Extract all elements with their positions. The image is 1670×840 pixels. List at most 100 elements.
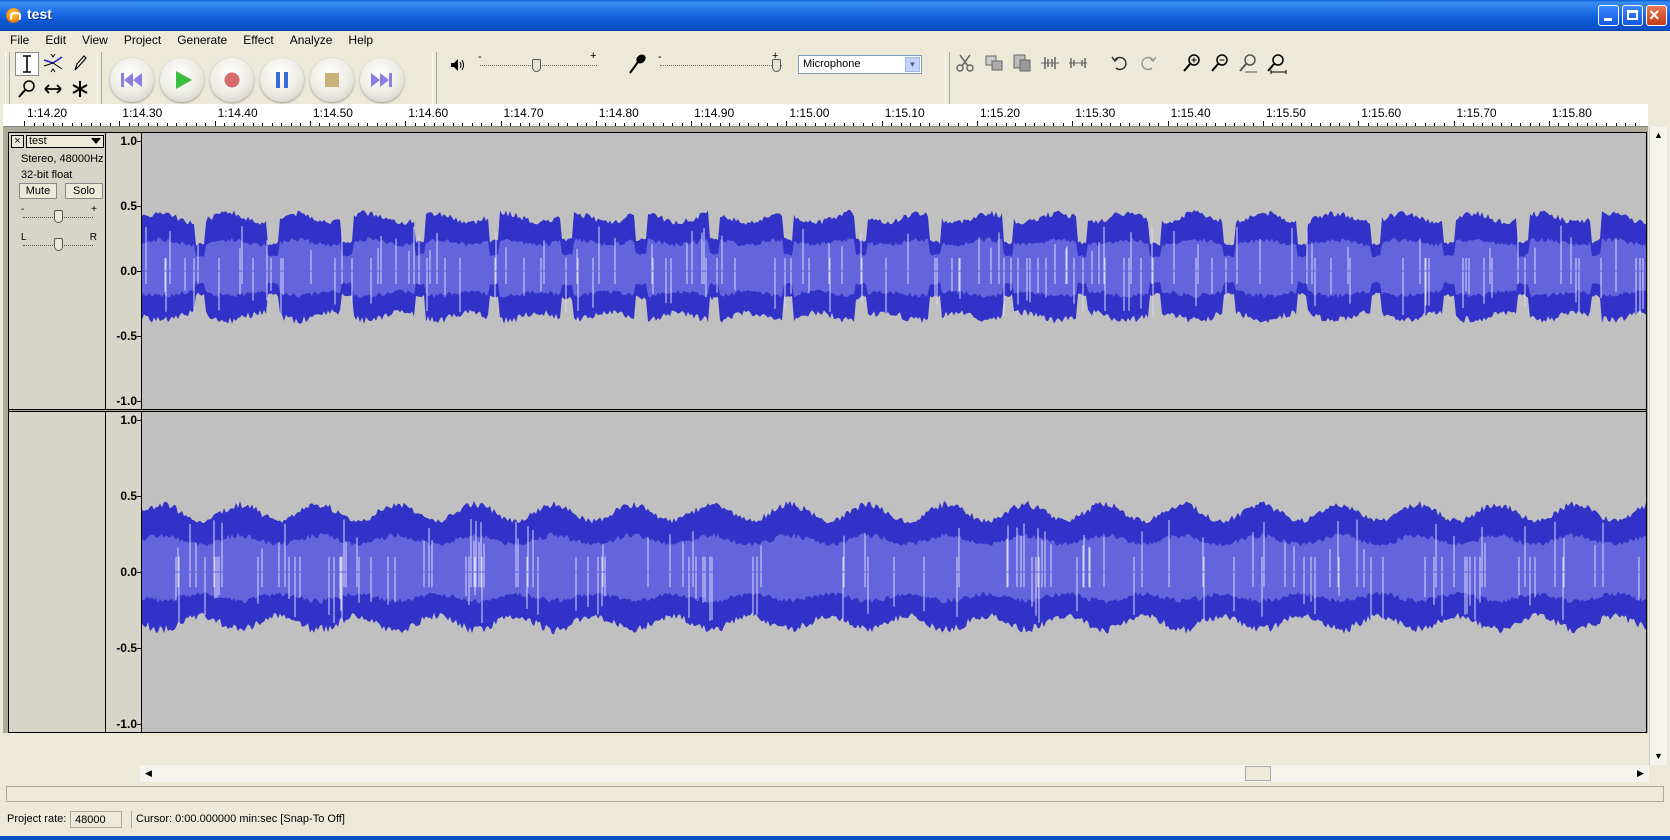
selection-tool-button[interactable] [15,52,39,76]
ruler-minor-tick [957,123,959,126]
record-button[interactable] [210,58,254,102]
record-volume-slider[interactable] [772,59,781,72]
draw-tool-button[interactable] [68,52,92,76]
ruler-minor-tick [910,123,912,126]
pause-button[interactable] [260,58,304,102]
paste-button[interactable] [1010,52,1034,76]
toolbar-grip[interactable] [5,52,10,104]
waveform-right-channel[interactable] [142,412,1646,732]
skip-to-start-button[interactable] [110,58,154,102]
toolbar-grip[interactable] [945,52,950,104]
menu-edit[interactable]: Edit [35,30,72,50]
minimize-button[interactable] [1598,5,1619,26]
ruler-minor-tick [1424,123,1426,126]
menu-view[interactable]: View [72,30,114,50]
gain-slider-group: - + [21,204,97,224]
ruler-minor-tick [452,123,454,126]
ruler-major-tick [24,121,25,126]
menu-generate[interactable]: Generate [167,30,233,50]
selection-icon [23,55,31,73]
toolbar-grip[interactable] [97,52,102,104]
input-source-select[interactable]: Microphone ▼ [798,55,922,74]
stop-button[interactable] [310,58,354,102]
ruler-major-tick [1167,121,1169,126]
silence-button[interactable] [1066,52,1090,76]
mute-button[interactable]: Mute [19,183,57,199]
ruler-minor-tick [1539,123,1541,126]
waveform-right [142,500,1646,635]
scroll-down-icon[interactable]: ▼ [1650,748,1667,765]
scroll-left-icon[interactable]: ◀ [140,765,157,782]
ruler-minor-tick [1386,123,1388,126]
pan-left-label: L [21,232,27,243]
ruler-minor-tick [986,123,988,126]
horizontal-scrollbar[interactable]: ◀ ▶ [140,765,1649,782]
ruler-minor-tick [233,123,235,126]
amplitude-label: -1.0 [116,394,137,408]
gain-slider[interactable] [54,210,63,223]
multi-tool-button[interactable] [68,78,92,102]
ruler-minor-tick [195,123,197,126]
zoom-out-button[interactable] [1208,52,1232,76]
timeline-ruler[interactable]: 1:14.20 1:14.30 1:14.40 1:14.50 1:14.60 1:14.… [3,104,1648,127]
play-icon [176,71,192,89]
playback-volume-slider[interactable] [532,59,541,72]
paste-icon [1013,54,1031,72]
ruler-minor-tick [748,123,750,126]
trim-button[interactable] [1038,52,1062,76]
waveform-left-channel[interactable] [142,133,1646,409]
close-track-button[interactable]: × [11,135,24,148]
time-shift-tool-button[interactable] [41,78,65,102]
ruler-minor-tick [128,123,130,126]
ruler-minor-tick [1510,123,1512,126]
fit-project-icon [1267,54,1287,74]
menu-analyze[interactable]: Analyze [280,30,339,50]
menu-project[interactable]: Project [114,30,167,50]
project-rate-field[interactable]: 48000 [70,811,122,828]
cut-button[interactable] [953,52,977,76]
zoom-tool-button[interactable] [15,78,39,102]
ruler-minor-tick [919,123,921,126]
menu-effect[interactable]: Effect [233,30,279,50]
ruler-minor-tick [262,123,264,126]
copy-button[interactable] [982,52,1006,76]
ruler-minor-tick [891,123,893,126]
skip-to-end-button[interactable] [360,58,404,102]
redo-button[interactable] [1136,52,1160,76]
menu-help[interactable]: Help [338,30,379,50]
scroll-up-icon[interactable]: ▲ [1650,127,1667,144]
amplitude-tick [137,271,141,272]
zoom-in-icon [1183,54,1200,72]
track-name-menu[interactable]: test [26,135,104,148]
ruler-minor-tick [71,123,73,126]
vertical-scrollbar[interactable]: ▲ ▼ [1649,127,1667,765]
undo-icon [1111,56,1127,71]
ruler-minor-tick [1024,123,1026,126]
ruler-minor-tick [1396,123,1398,126]
zoom-in-button[interactable] [1180,52,1204,76]
toolbar-grip[interactable] [432,52,437,104]
solo-button[interactable]: Solo [65,183,103,199]
amplitude-label: 0.5 [120,489,137,503]
ruler-minor-tick [1501,123,1503,126]
horizontal-scroll-row: ◀ ▶ [0,765,1670,782]
ruler-minor-tick [700,123,702,126]
window-bottom-border [0,836,1670,840]
horizontal-scroll-thumb[interactable] [1245,766,1271,781]
amplitude-label: 0.5 [120,199,137,213]
pan-slider[interactable] [54,238,63,251]
fit-project-button[interactable] [1264,52,1288,76]
close-window-button[interactable]: × [1646,5,1667,26]
ruler-minor-tick [519,123,521,126]
fit-selection-button[interactable] [1236,52,1260,76]
maximize-button[interactable] [1622,5,1643,26]
play-button[interactable] [160,58,204,102]
scroll-right-icon[interactable]: ▶ [1632,765,1649,782]
amplitude-label: 0.0 [120,565,137,579]
skip-end-icon [371,73,392,87]
waveform-left [142,209,1646,324]
menu-file[interactable]: File [0,30,35,50]
envelope-tool-button[interactable] [41,52,65,76]
undo-button[interactable] [1108,52,1132,76]
ruler-tick-label: 1:15.20 [980,106,1021,120]
